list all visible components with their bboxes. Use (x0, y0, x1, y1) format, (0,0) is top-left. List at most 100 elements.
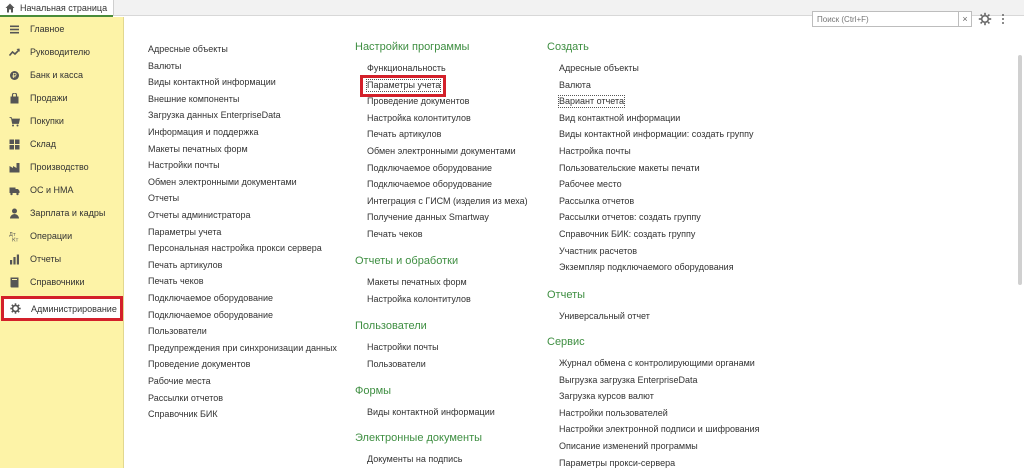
command-link[interactable]: Функциональность (367, 63, 446, 74)
command-link[interactable]: Загрузка курсов валют (559, 391, 654, 402)
sidebar-item-label: Продажи (30, 93, 68, 103)
section-heading: Отчеты (547, 289, 586, 301)
command-link[interactable]: Настройки пользователей (559, 408, 668, 419)
command-link[interactable]: Выгрузка загрузка EnterpriseData (559, 375, 698, 386)
person-icon (9, 208, 20, 219)
command-link[interactable]: Вариант отчета (558, 95, 625, 109)
command-link[interactable]: Макеты печатных форм (367, 277, 467, 288)
command-link[interactable]: Настройка колонтитулов (367, 294, 471, 305)
command-link[interactable]: Журнал обмена с контролирующими органами (559, 358, 755, 369)
vertical-scrollbar[interactable] (1016, 17, 1024, 468)
command-link[interactable]: Параметры прокси-сервера (559, 458, 675, 468)
command-link[interactable]: Настройки почты (148, 160, 220, 171)
sidebar-item-manager[interactable]: Руководителю (0, 41, 124, 63)
command-link[interactable]: Описание изменений программы (559, 441, 698, 452)
command-link[interactable]: Справочник БИК (148, 409, 218, 420)
command-link[interactable]: Печать артикулов (367, 129, 441, 140)
command-link[interactable]: Виды контактной информации (367, 407, 495, 418)
sidebar-item-operations[interactable]: Дт Кт Операции (0, 225, 124, 247)
command-link[interactable]: Настройка почты (559, 146, 631, 157)
section-heading: Формы (355, 385, 392, 397)
search-clear-button[interactable]: × (959, 11, 972, 27)
command-link[interactable]: Рассылки отчетов: создать группу (559, 212, 701, 223)
command-link[interactable]: Печать артикулов (148, 260, 222, 271)
coin-icon: ₽ (9, 70, 20, 81)
command-link[interactable]: Внешние компоненты (148, 94, 239, 105)
command-link[interactable]: Справочник БИК: создать группу (559, 229, 695, 240)
tab-home[interactable]: Начальная страница (0, 0, 114, 17)
command-link[interactable]: Документы на подпись (367, 454, 462, 465)
sidebar-item-reports[interactable]: Отчеты (0, 248, 124, 270)
trend-icon (9, 47, 20, 58)
command-link[interactable]: Пользователи (367, 359, 426, 370)
gear-icon (10, 303, 21, 314)
sidebar-item-label: Банк и касса (30, 70, 83, 80)
sidebar-item-label: Справочники (30, 277, 85, 287)
command-link[interactable]: Рассылка отчетов (559, 196, 634, 207)
sidebar-item-sales[interactable]: Продажи (0, 87, 124, 109)
command-link[interactable]: Настройки почты (367, 342, 439, 353)
command-link[interactable]: Пользовательские макеты печати (559, 163, 700, 174)
command-link[interactable]: Проведение документов (367, 96, 469, 107)
sidebar-item-main[interactable]: Главное (0, 18, 124, 40)
command-link[interactable]: Подключаемое оборудование (367, 163, 492, 174)
command-link[interactable]: Информация и поддержка (148, 127, 259, 138)
sidebar-item-purchases[interactable]: Покупки (0, 110, 124, 132)
command-link[interactable]: Отчеты (148, 193, 179, 204)
command-link[interactable]: Настройки электронной подписи и шифрован… (559, 424, 760, 435)
command-link[interactable]: Валюты (148, 61, 181, 72)
sidebar-item-bank[interactable]: ₽ Банк и касса (0, 64, 124, 86)
command-link[interactable]: Рабочие места (148, 376, 211, 387)
command-link[interactable]: Подключаемое оборудование (148, 293, 273, 304)
command-link[interactable]: Адресные объекты (148, 44, 228, 55)
sidebar-item-warehouse[interactable]: Склад (0, 133, 124, 155)
command-link[interactable]: Вид контактной информации (559, 113, 680, 124)
section-heading: Отчеты и обработки (355, 255, 459, 267)
command-link[interactable]: Обмен электронными документами (148, 177, 297, 188)
sidebar-item-label: Главное (30, 24, 65, 34)
command-link[interactable]: Печать чеков (367, 229, 423, 240)
command-link[interactable]: Интеграция с ГИСМ (изделия из меха) (367, 196, 528, 207)
command-link[interactable]: Рассылки отчетов (148, 393, 223, 404)
truck-icon (9, 185, 20, 196)
command-link[interactable]: Экземпляр подключаемого оборудования (559, 262, 734, 273)
command-link[interactable]: Участник расчетов (559, 246, 637, 257)
command-link[interactable]: Подключаемое оборудование (367, 179, 492, 190)
sidebar-item-label: Руководителю (30, 47, 91, 57)
command-link[interactable]: Рабочее место (559, 179, 622, 190)
section-heading: Электронные документы (355, 432, 483, 444)
command-link[interactable]: Проведение документов (148, 359, 250, 370)
command-link[interactable]: Печать чеков (148, 276, 204, 287)
sidebar-item-label: Покупки (30, 116, 64, 126)
sidebar-item-production[interactable]: Производство (0, 156, 124, 178)
sidebar: Главное Руководителю ₽ Банк и касса Прод… (0, 17, 124, 468)
command-link[interactable]: Персональная настройка прокси сервера (148, 243, 322, 254)
menu-icon (9, 24, 20, 35)
app-window: Начальная страница Главное Руководителю … (0, 0, 1024, 468)
command-link[interactable]: Валюта (559, 80, 591, 91)
settings-gear-icon[interactable] (978, 12, 992, 26)
command-link[interactable]: Пользователи (148, 326, 207, 337)
command-link[interactable]: Виды контактной информации: создать груп… (559, 129, 754, 140)
factory-icon (9, 162, 20, 173)
sidebar-item-assets[interactable]: ОС и НМА (0, 179, 124, 201)
more-menu-icon[interactable] (998, 12, 1008, 26)
command-link[interactable]: Настройка колонтитулов (367, 113, 471, 124)
command-link[interactable]: Подключаемое оборудование (148, 310, 273, 321)
command-link[interactable]: Виды контактной информации (148, 77, 276, 88)
command-link[interactable]: Макеты печатных форм (148, 144, 248, 155)
sidebar-item-administration[interactable]: Администрирование (1, 296, 123, 321)
command-link[interactable]: Загрузка данных EnterpriseData (148, 110, 281, 121)
command-link[interactable]: Универсальный отчет (559, 311, 650, 322)
scrollbar-thumb[interactable] (1018, 55, 1022, 285)
command-link[interactable]: Предупреждения при синхронизации данных (148, 343, 337, 354)
command-link[interactable]: Параметры учета (148, 227, 221, 238)
search-input[interactable] (812, 11, 959, 27)
sidebar-item-salary[interactable]: Зарплата и кадры (0, 202, 124, 224)
command-link[interactable]: Адресные объекты (559, 63, 639, 74)
command-link[interactable]: Обмен электронными документами (367, 146, 516, 157)
command-link[interactable]: Получение данных Smartway (367, 212, 489, 223)
sidebar-item-catalogs[interactable]: Справочники (0, 271, 124, 293)
command-link[interactable]: Отчеты администратора (148, 210, 251, 221)
command-link[interactable]: Параметры учета (365, 78, 442, 92)
